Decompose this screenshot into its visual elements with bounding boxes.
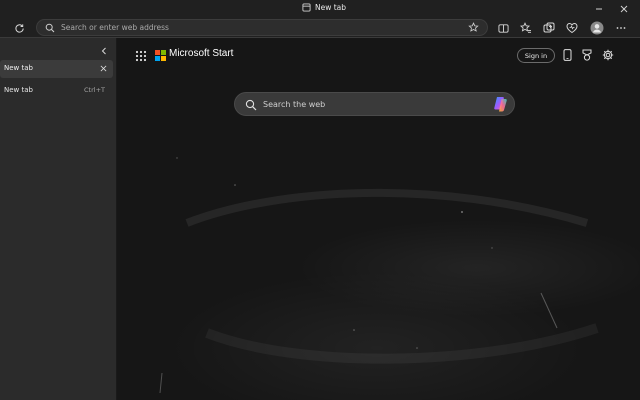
- apps-grid-icon[interactable]: [134, 49, 148, 63]
- brand-title: Microsoft Start: [169, 48, 234, 59]
- profile-button[interactable]: [589, 20, 605, 36]
- sign-in-button[interactable]: Sign in: [517, 48, 555, 63]
- new-tab-page: Microsoft Start Sign in: [117, 38, 640, 400]
- close-tab-icon: [100, 65, 106, 71]
- title-bar: New tab: [0, 0, 640, 17]
- minimize-icon: [596, 8, 602, 9]
- settings-gear-icon: [602, 49, 614, 61]
- rewards-icon: [582, 49, 592, 61]
- refresh-icon: [14, 23, 24, 33]
- split-screen-button[interactable]: [495, 20, 511, 36]
- web-search-input[interactable]: [263, 96, 483, 112]
- collections-icon: [543, 22, 555, 33]
- new-tab-button[interactable]: New tab Ctrl+T: [0, 84, 113, 98]
- browser-toolbar: [0, 17, 640, 38]
- web-search-box[interactable]: [234, 92, 515, 116]
- browser-essentials-button[interactable]: [564, 20, 580, 36]
- close-window-button[interactable]: [612, 0, 636, 17]
- copilot-icon[interactable]: [492, 96, 510, 112]
- minimize-button[interactable]: [587, 0, 611, 17]
- window-title: New tab: [302, 3, 346, 12]
- collapse-pane-button[interactable]: [97, 44, 111, 58]
- profile-avatar-icon: [590, 21, 604, 35]
- new-tab-shortcut: Ctrl+T: [84, 86, 105, 94]
- more-options-button[interactable]: [613, 20, 629, 36]
- collapse-sidebar-icon: [101, 47, 106, 55]
- tab-page-icon: [302, 3, 311, 12]
- rewards-button[interactable]: [580, 48, 594, 62]
- address-input[interactable]: [61, 20, 461, 35]
- favorites-icon: [520, 22, 531, 33]
- collections-button[interactable]: [541, 20, 557, 36]
- search-icon: [45, 23, 55, 33]
- mobile-icon: [563, 49, 571, 61]
- window-title-text: New tab: [315, 3, 347, 12]
- favorite-star-icon[interactable]: [468, 22, 479, 33]
- search-icon: [245, 99, 257, 111]
- browser-essentials-icon: [566, 22, 578, 34]
- mobile-app-button[interactable]: [560, 48, 574, 62]
- address-bar[interactable]: [36, 19, 488, 36]
- close-tab-button[interactable]: [97, 62, 109, 74]
- page-settings-button[interactable]: [601, 48, 615, 62]
- microsoft-logo-icon: [155, 50, 166, 61]
- vertical-tabs-pane: New tab New tab Ctrl+T: [0, 38, 117, 400]
- vertical-tab-item[interactable]: New tab: [0, 60, 113, 78]
- tab-label: New tab: [4, 64, 33, 72]
- favorites-button[interactable]: [518, 20, 534, 36]
- more-options-icon: [616, 27, 626, 29]
- new-tab-label: New tab: [4, 86, 33, 94]
- split-screen-icon: [497, 23, 509, 33]
- refresh-button[interactable]: [11, 20, 27, 36]
- close-window-icon: [620, 5, 628, 12]
